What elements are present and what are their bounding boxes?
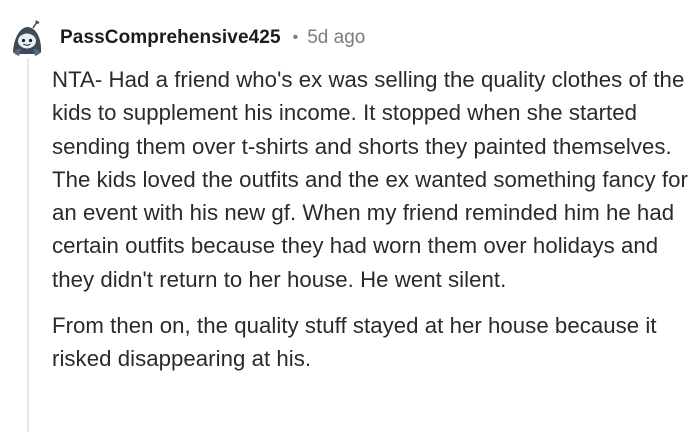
- username-link[interactable]: PassComprehensive425: [60, 27, 281, 49]
- comment-header: PassComprehensive425 • 5d ago: [60, 25, 365, 51]
- timestamp[interactable]: 5d ago: [307, 27, 365, 49]
- avatar[interactable]: [7, 18, 47, 58]
- meta-separator: •: [292, 29, 299, 46]
- comment-body: NTA- Had a friend who's ex was selling t…: [52, 63, 700, 376]
- snoo-avatar-icon: [7, 18, 47, 58]
- comment-paragraph: From then on, the quality stuff stayed a…: [52, 313, 657, 372]
- thread-line[interactable]: [27, 58, 29, 432]
- comment-paragraph: NTA- Had a friend who's ex was selling t…: [52, 67, 688, 292]
- comment: PassComprehensive425 • 5d ago NTA- Had a…: [0, 0, 700, 432]
